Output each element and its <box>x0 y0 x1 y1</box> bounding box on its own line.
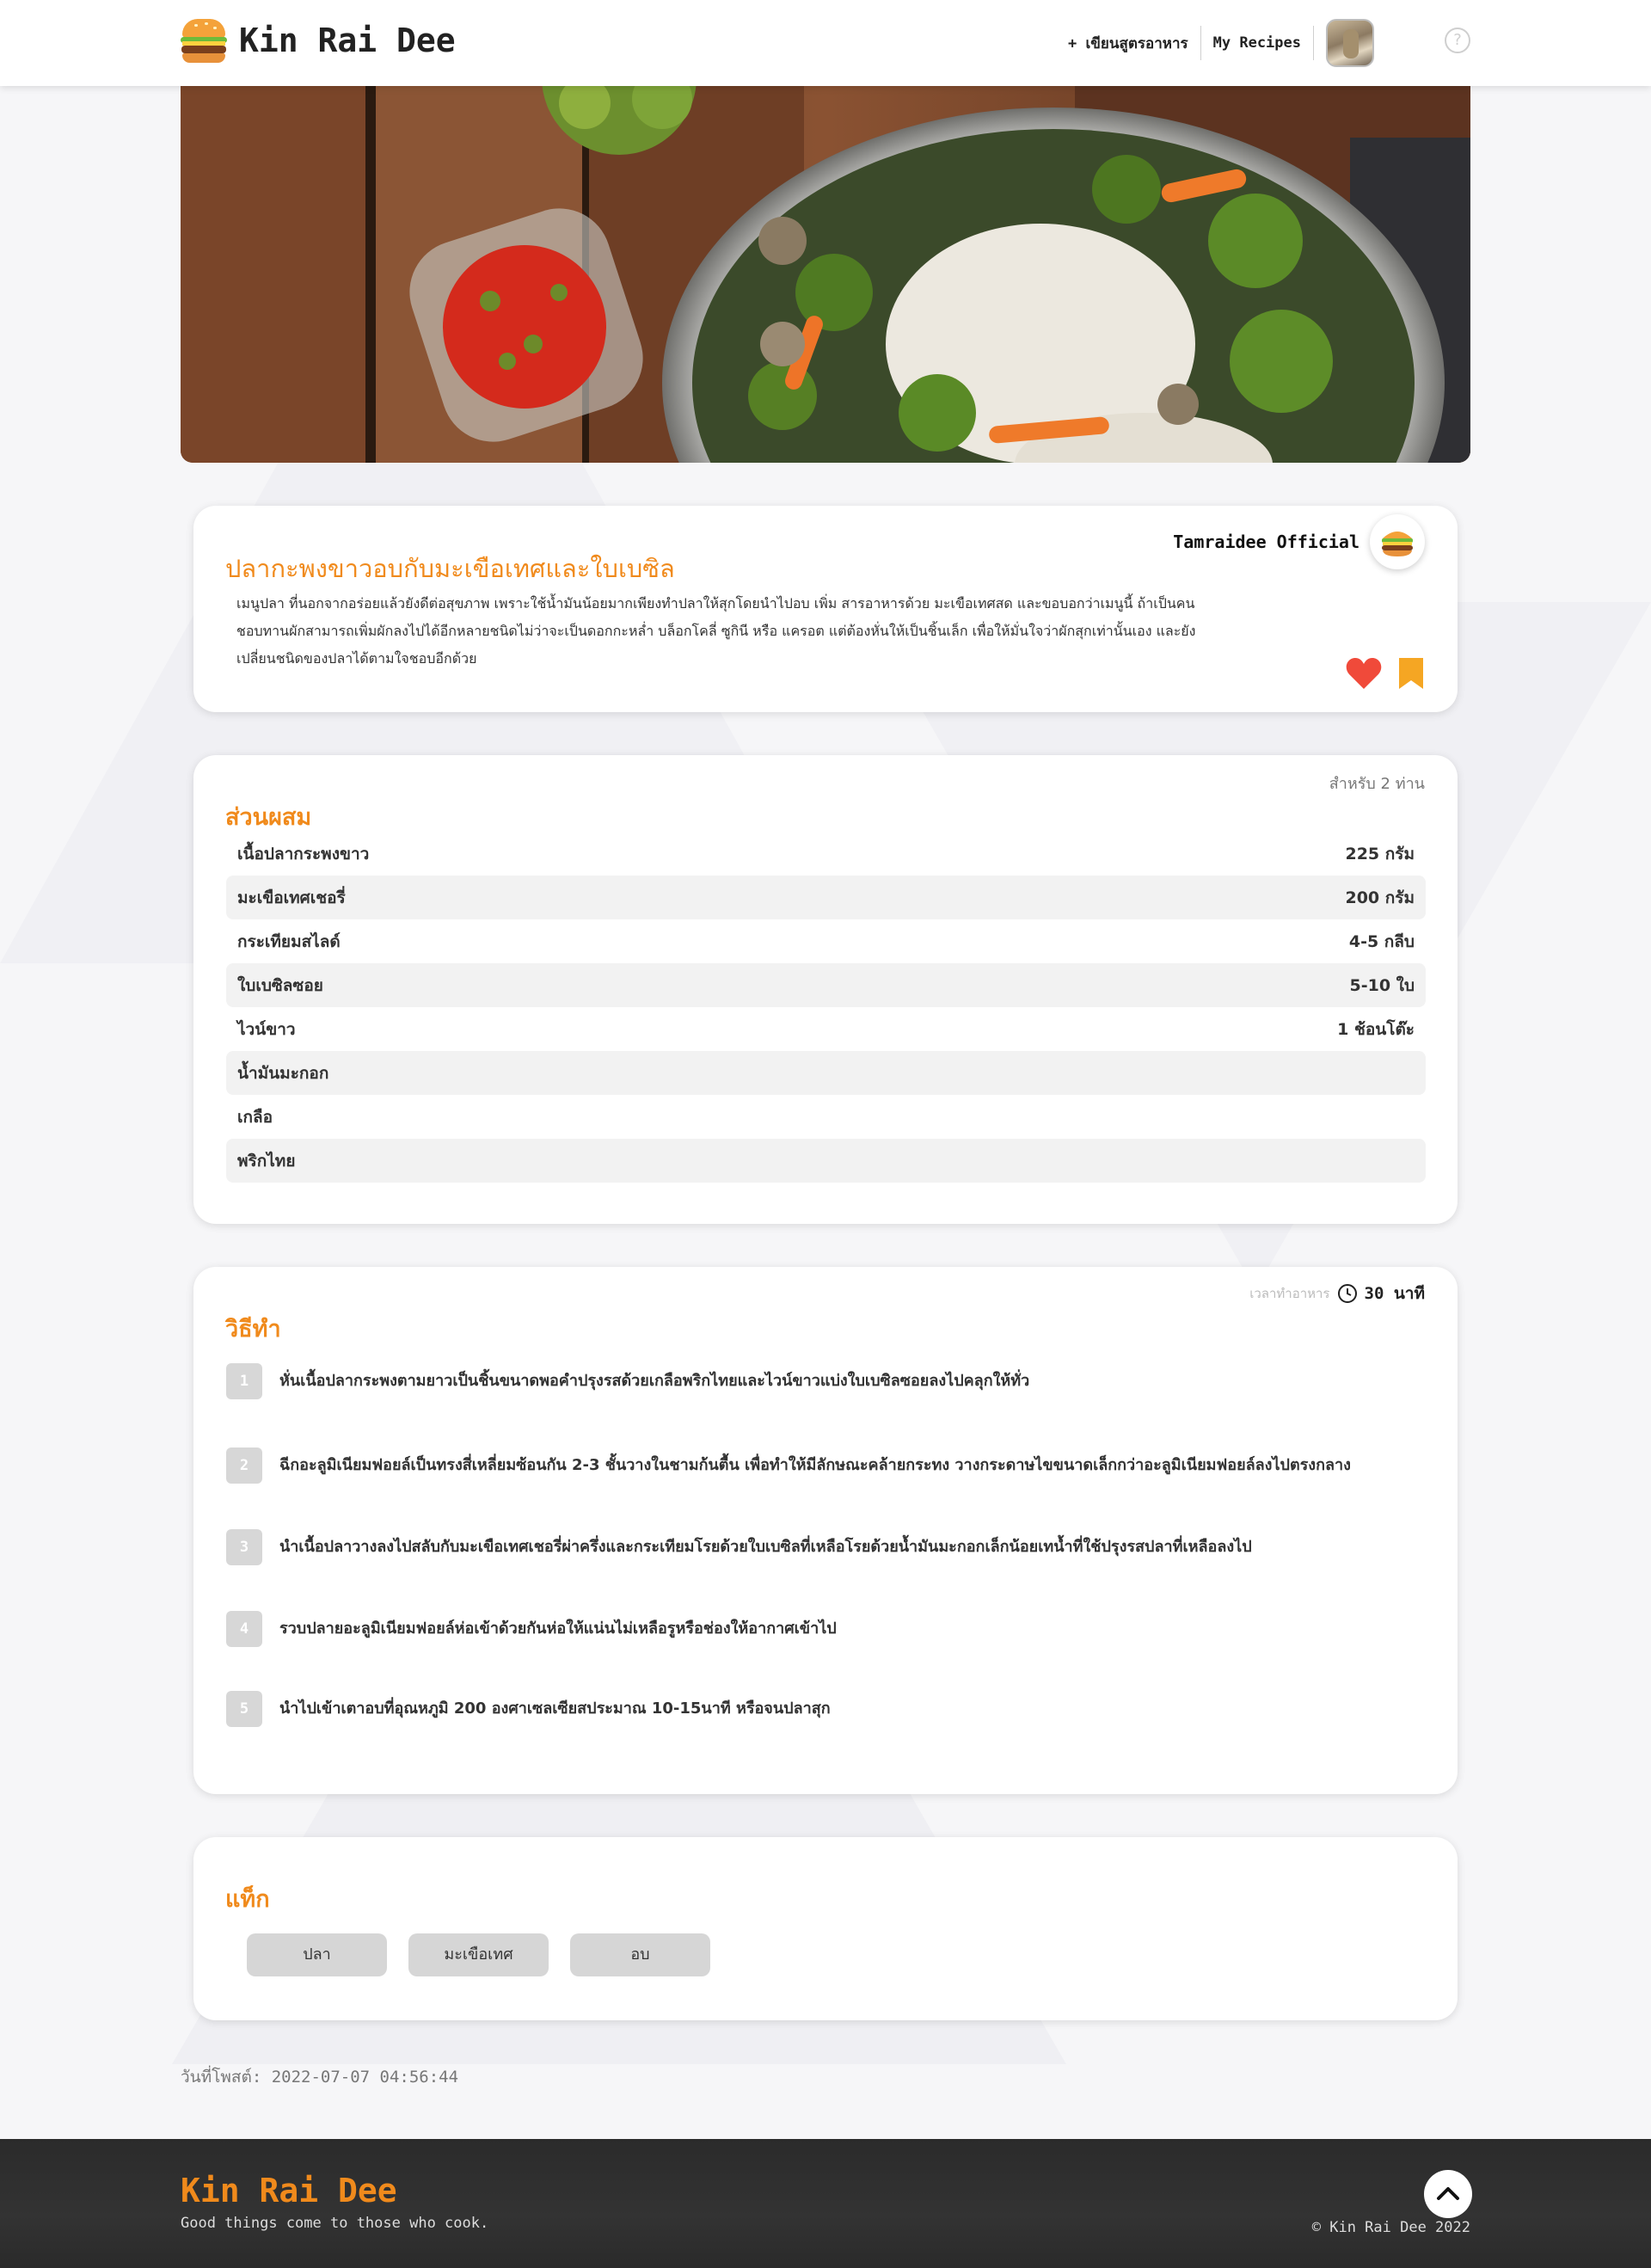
ingredient-row: กระเทียมสไลด์ 4-5 กลีบ <box>237 931 1415 951</box>
recipe-summary-card: ปลากะพงขาวอบกับมะเขือเทศและใบเบซิล เมนูป… <box>193 506 1458 712</box>
user-avatar[interactable] <box>1326 19 1374 67</box>
brand-name: Kin Rai Dee <box>239 22 456 59</box>
ingredient-row: มะเขือเทศเชอรี่ 200 กรัม <box>226 876 1426 919</box>
ingredient-row: พริกไทย <box>226 1139 1426 1183</box>
burger-logo-icon <box>179 15 229 65</box>
burger-logo-icon <box>1382 532 1413 556</box>
ingredients-card: สำหรับ 2 ท่าน ส่วนผสม เนื้อปลากระพงขาว 22… <box>193 755 1458 1224</box>
tag-list: ปลา มะเขือเทศ อบ <box>247 1933 710 1976</box>
method-card: เวลาทำอาหาร 30 นาที วิธีทำ 1 หั่นเนื้อปล… <box>193 1267 1458 1794</box>
author-link[interactable]: Tamraidee Official <box>1173 514 1425 569</box>
method-step: 1 หั่นเนื้อปลากระพงตามยาวเป็นชิ้นขนาดพอค… <box>226 1363 1426 1399</box>
ingredient-list: เนื้อปลากระพงขาว 225 กรัม มะเขือเทศเชอรี่… <box>226 832 1426 1183</box>
tag-chip[interactable]: มะเขือเทศ <box>408 1933 549 1976</box>
author-name: Tamraidee Official <box>1173 532 1359 552</box>
recipe-description: เมนูปลา ที่นอกจากอร่อยแล้วยังดีต่อสุขภาพ… <box>236 595 1196 667</box>
recipe-title: ปลากะพงขาวอบกับมะเขือเทศและใบเบซิล <box>225 554 675 583</box>
step-number: 1 <box>226 1363 262 1399</box>
tag-chip[interactable]: อบ <box>570 1933 710 1976</box>
cook-time: เวลาทำอาหาร 30 นาที <box>1249 1281 1425 1306</box>
footer-tagline: Good things come to those who cook. <box>181 2215 489 2232</box>
step-text: นำเนื้อปลาวางลงไปสลับกับมะเขือเทศเชอรี่ผ… <box>279 1538 1252 1556</box>
method-heading: วิธีทำ <box>225 1316 281 1343</box>
nav-links: + เขียนสูตรอาหาร My Recipes <box>1056 19 1374 67</box>
step-number: 2 <box>226 1447 262 1484</box>
footer: Kin Rai Dee Good things come to those wh… <box>0 2139 1651 2268</box>
nav-divider <box>1313 26 1314 60</box>
step-text: นำไปเข้าเตาอบที่อุณหภูมิ 200 องศาเซลเซีย… <box>279 1699 831 1718</box>
my-recipes-link[interactable]: My Recipes <box>1201 34 1313 52</box>
footer-brand: Kin Rai Dee <box>181 2172 397 2210</box>
bookmark-icon[interactable] <box>1397 656 1425 691</box>
tags-heading: แท็ก <box>225 1886 270 1913</box>
copyright-text: © Kin Rai Dee 2022 <box>1311 2219 1470 2236</box>
author-avatar <box>1370 514 1425 569</box>
recipe-hero-image <box>181 86 1470 463</box>
method-step: 5 นำไปเข้าเตาอบที่อุณหภูมิ 200 องศาเซลเซ… <box>226 1691 1426 1727</box>
step-number: 4 <box>226 1611 262 1647</box>
cook-time-value: 30 นาที <box>1364 1284 1426 1303</box>
ingredient-row: ไวน์ขาว 1 ช้อนโต๊ะ <box>237 1019 1415 1039</box>
step-number: 5 <box>226 1691 262 1727</box>
tags-card: แท็ก ปลา มะเขือเทศ อบ <box>193 1837 1458 2020</box>
help-icon[interactable]: ? <box>1445 28 1470 53</box>
recipe-actions <box>1346 656 1425 691</box>
step-text: ฉีกอะลูมิเนียมฟอยล์เป็นทรงสี่เหลี่ยมซ้อน… <box>279 1456 1351 1474</box>
ingredient-row: น้ำมันมะกอก <box>226 1051 1426 1095</box>
method-step: 3 นำเนื้อปลาวางลงไปสลับกับมะเขือเทศเชอรี… <box>226 1529 1426 1565</box>
heart-icon[interactable] <box>1346 657 1382 690</box>
tag-chip[interactable]: ปลา <box>247 1933 387 1976</box>
step-text: หั่นเนื้อปลากระพงตามยาวเป็นชิ้นขนาดพอคำป… <box>279 1372 1030 1390</box>
ingredient-row: เกลือ <box>237 1107 273 1127</box>
chevron-up-icon <box>1437 2187 1459 2200</box>
write-recipe-link[interactable]: + เขียนสูตรอาหาร <box>1056 32 1200 55</box>
back-to-top-button[interactable] <box>1424 2170 1472 2218</box>
method-step: 2 ฉีกอะลูมิเนียมฟอยล์เป็นทรงสี่เหลี่ยมซ้… <box>226 1447 1426 1484</box>
home-logo-link[interactable]: Kin Rai Dee <box>179 15 456 65</box>
clock-icon <box>1337 1284 1357 1303</box>
step-number: 3 <box>226 1529 262 1565</box>
ingredient-row: ใบเบซิลซอย 5-10 ใบ <box>226 963 1426 1007</box>
top-nav-bar: Kin Rai Dee + เขียนสูตรอาหาร My Recipes … <box>0 0 1651 86</box>
ingredient-row: เนื้อปลากระพงขาว 225 กรัม <box>237 844 1415 864</box>
posted-date: วันที่โพสต์: 2022-07-07 04:56:44 <box>181 2068 459 2087</box>
step-text: รวบปลายอะลูมิเนียมฟอยล์ห่อเข้าด้วยกันห่อ… <box>279 1620 837 1638</box>
servings-label: สำหรับ 2 ท่าน <box>1329 775 1425 793</box>
method-step: 4 รวบปลายอะลูมิเนียมฟอยล์ห่อเข้าด้วยกันห… <box>226 1611 1426 1647</box>
ingredients-heading: ส่วนผสม <box>225 804 312 831</box>
cook-time-label: เวลาทำอาหาร <box>1249 1286 1330 1301</box>
